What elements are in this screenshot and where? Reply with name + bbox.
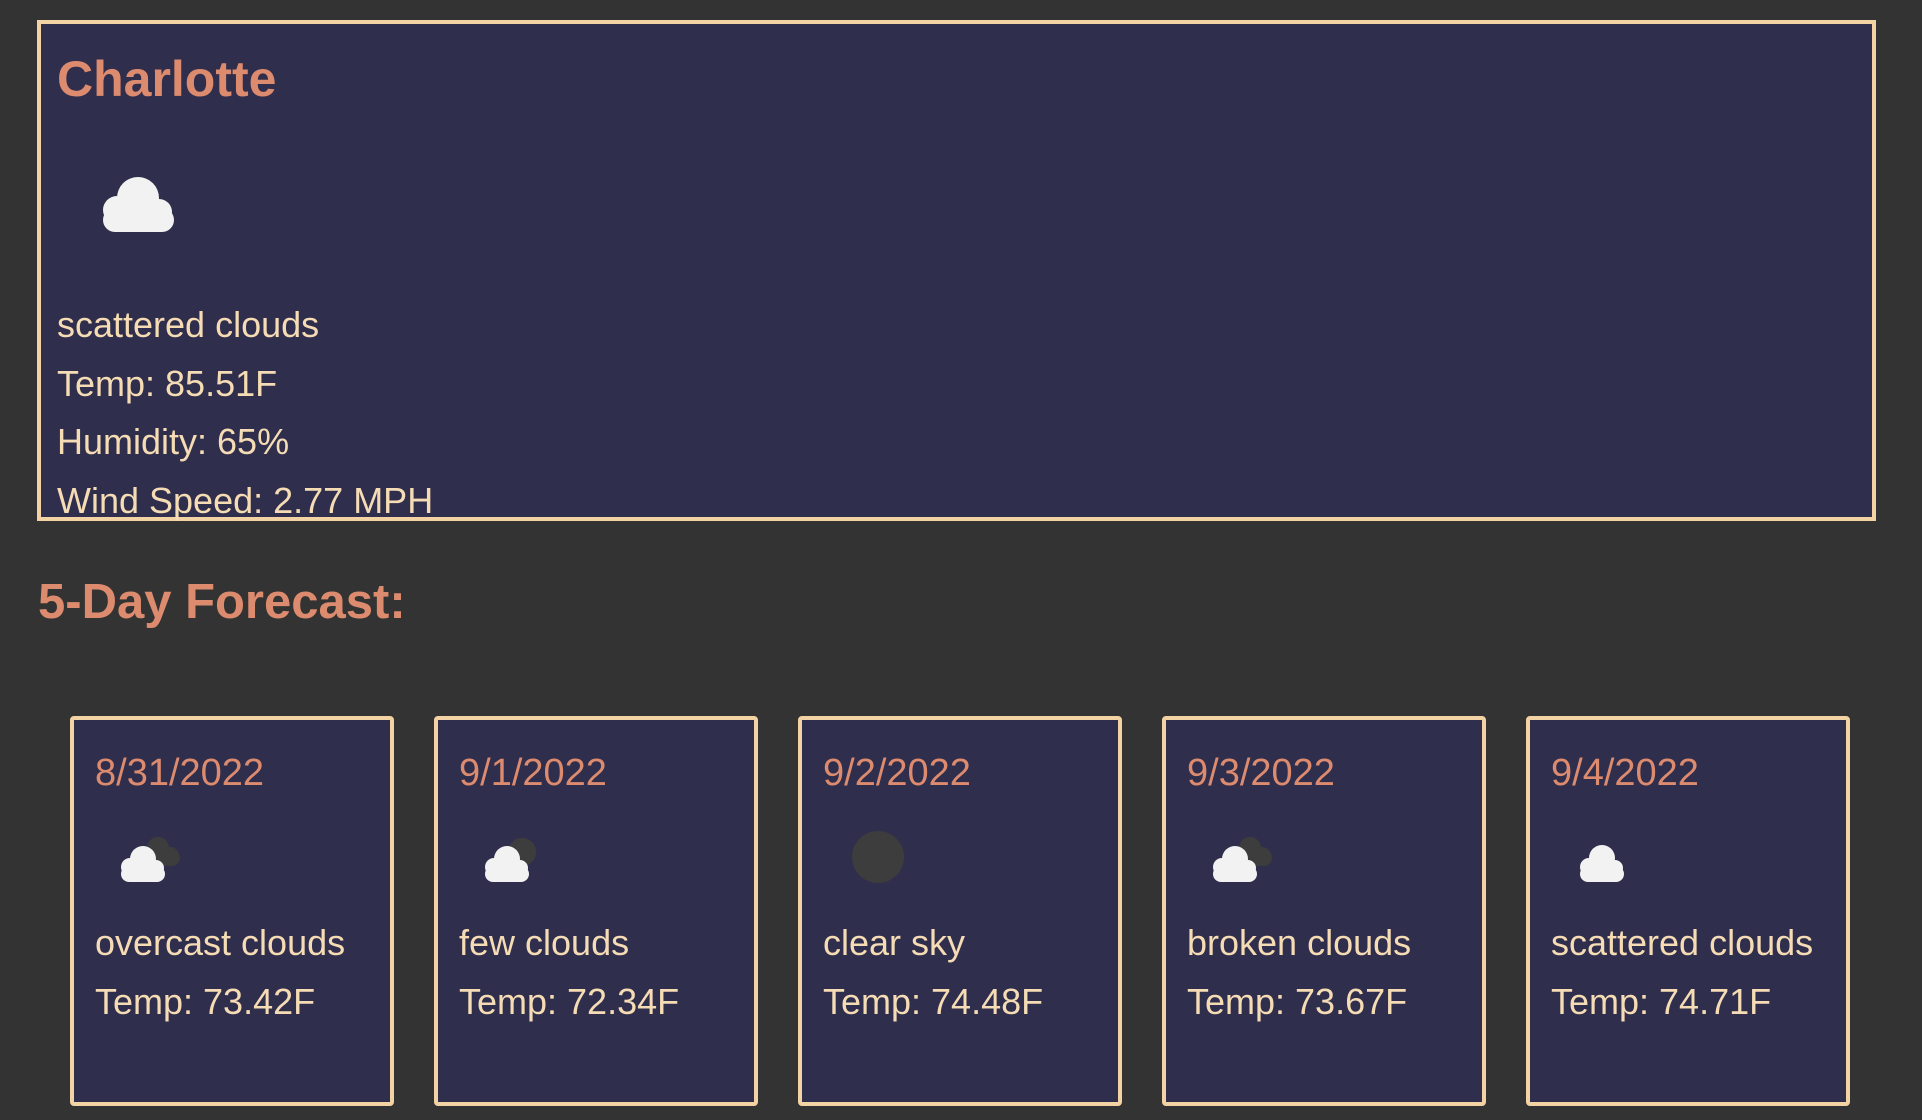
forecast-description: few clouds <box>459 922 630 963</box>
current-wind-speed: Wind Speed: 2.77 MPH <box>57 479 434 521</box>
current-details: scattered clouds Temp: 85.51F Humidity: … <box>57 296 433 530</box>
forecast-temp: Temp: 74.48F <box>823 980 1044 1022</box>
broken-clouds-icon <box>1213 837 1272 882</box>
forecast-temp: Temp: 73.42F <box>95 980 316 1022</box>
current-temp: Temp: 85.51F <box>57 362 278 404</box>
few-clouds-icon <box>485 838 536 882</box>
forecast-temp: Temp: 72.34F <box>459 980 680 1022</box>
current-description: scattered clouds <box>57 304 320 345</box>
forecast-card: 9/2/2022 clear sky Temp: 74.48F <box>798 716 1122 1106</box>
scattered-clouds-icon <box>1580 845 1624 882</box>
clear-sky-icon <box>852 831 904 883</box>
forecast-date: 8/31/2022 <box>95 752 265 794</box>
forecast-date: 9/3/2022 <box>1187 752 1335 794</box>
forecast-details: overcast clouds Temp: 73.42F <box>95 914 385 1031</box>
current-humidity: Humidity: 65% <box>57 421 290 462</box>
forecast-date: 9/1/2022 <box>459 752 607 794</box>
forecast-card: 9/4/2022 scattered clouds Temp: 74.71F <box>1526 716 1850 1106</box>
forecast-description: broken clouds <box>1187 922 1412 963</box>
scattered-clouds-icon <box>103 177 174 232</box>
current-weather-card: Charlotte scattered clouds Temp: 85.51F … <box>37 20 1876 521</box>
forecast-card: 9/3/2022 broken clouds Temp: 73.67F <box>1162 716 1486 1106</box>
city-name: Charlotte <box>57 51 277 107</box>
forecast-details: few clouds Temp: 72.34F <box>459 914 749 1031</box>
forecast-card: 9/1/2022 few clouds Temp: 72.34F <box>434 716 758 1106</box>
forecast-date: 9/2/2022 <box>823 752 971 794</box>
forecast-date: 9/4/2022 <box>1551 752 1699 794</box>
overcast-clouds-icon <box>121 837 180 882</box>
forecast-card: 8/31/2022 overcast clouds Temp: 73.42F <box>70 716 394 1106</box>
forecast-description: overcast clouds <box>95 922 346 963</box>
forecast-temp: Temp: 73.67F <box>1187 980 1408 1022</box>
forecast-details: broken clouds Temp: 73.67F <box>1187 914 1477 1031</box>
forecast-temp: Temp: 74.71F <box>1551 980 1772 1022</box>
forecast-heading: 5-Day Forecast: <box>38 575 406 629</box>
forecast-description: clear sky <box>823 922 966 963</box>
forecast-details: scattered clouds Temp: 74.71F <box>1551 914 1841 1031</box>
forecast-details: clear sky Temp: 74.48F <box>823 914 1113 1031</box>
forecast-description: scattered clouds <box>1551 922 1814 963</box>
